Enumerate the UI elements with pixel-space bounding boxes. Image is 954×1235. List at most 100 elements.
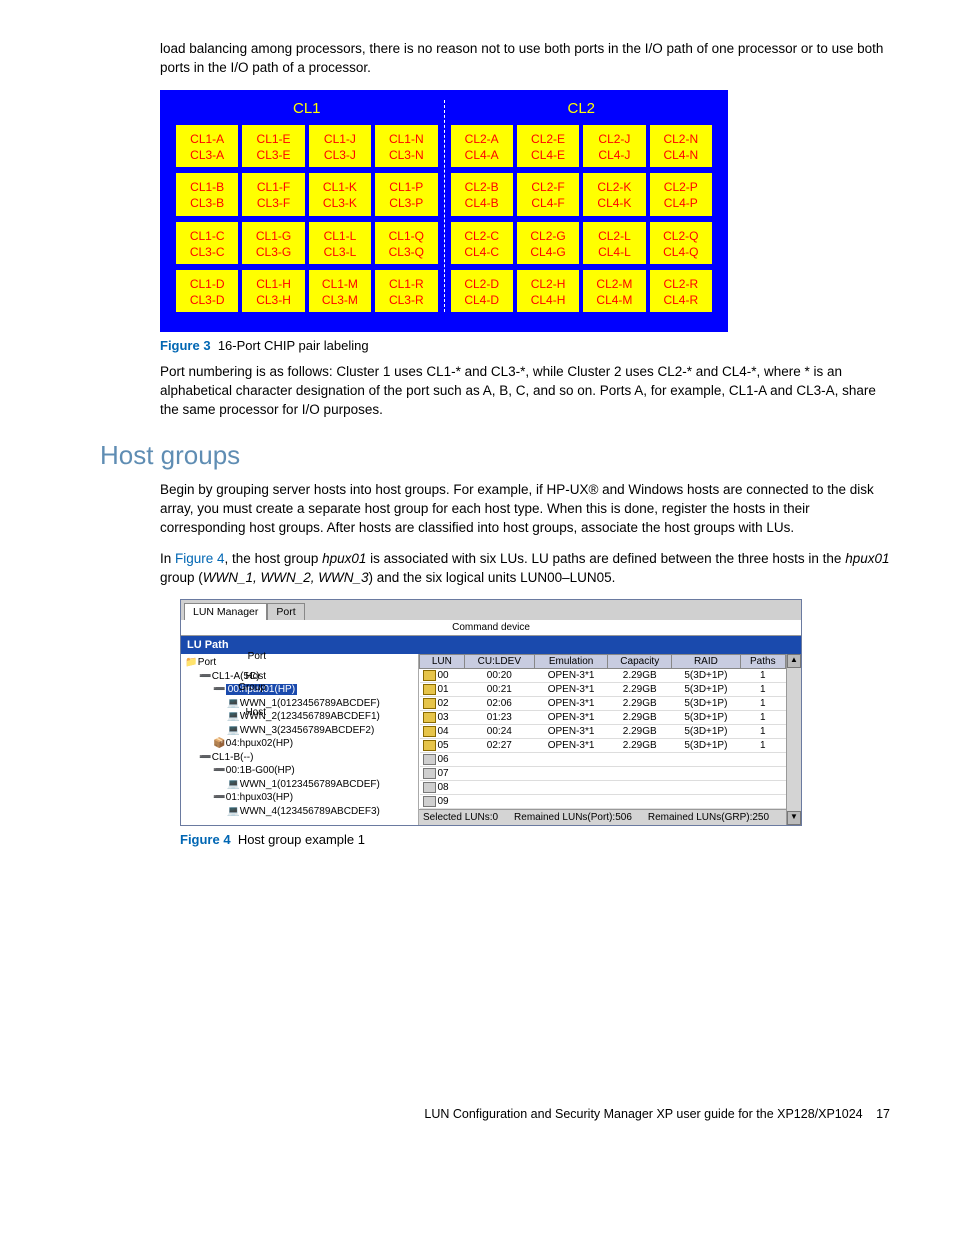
annotation-port: Port [248, 651, 266, 662]
annotation-host: Host [245, 707, 266, 718]
chip-cell: CL1-NCL3-N [375, 125, 437, 167]
chip-cell: CL2-FCL4-F [517, 173, 579, 215]
chip-cell: CL1-BCL3-B [176, 173, 238, 215]
footer-text: LUN Configuration and Security Manager X… [424, 1107, 862, 1121]
tree-item[interactable]: ➖ 00:hpux01(HP) [183, 683, 418, 697]
chip-cell: CL2-HCL4-H [517, 270, 579, 312]
table-row[interactable]: 09 [420, 795, 786, 809]
intro-paragraph: load balancing among processors, there i… [160, 40, 894, 78]
chip-cell: CL2-LCL4-L [583, 222, 645, 264]
page-number: 17 [876, 1107, 890, 1121]
tree-item[interactable]: ➖ 01:hpux03(HP) [183, 791, 418, 805]
status-remained-grp: Remained LUNs(GRP):250 [648, 812, 769, 823]
hg2-hpux: hpux01 [322, 551, 366, 566]
tree-item[interactable]: 💻 WWN_2(123456789ABCDEF1) [183, 710, 418, 724]
scroll-up-icon[interactable]: ▲ [787, 654, 801, 668]
figure-3-caption: Figure 3 16-Port CHIP pair labeling [160, 338, 894, 353]
table-row[interactable]: 0502:27OPEN-3*12.29GB5(3D+1P)1 [420, 739, 786, 753]
tree-icon: 💻 [227, 778, 237, 792]
lun-icon [423, 670, 436, 681]
port-numbering-paragraph: Port numbering is as follows: Cluster 1 … [160, 363, 894, 420]
tree-item[interactable]: ➖ CL1-A(5C) [183, 670, 418, 684]
hg2-wwn: WWN_1, WWN_2, WWN_3 [203, 570, 369, 585]
figure-4-caption: Figure 4 Host group example 1 [180, 832, 894, 847]
tree-icon: 💻 [227, 697, 237, 711]
table-row[interactable]: 0100:21OPEN-3*12.29GB5(3D+1P)1 [420, 683, 786, 697]
tree-item[interactable]: 💻 WWN_4(123456789ABCDEF3) [183, 805, 418, 819]
table-row[interactable]: 0301:23OPEN-3*12.29GB5(3D+1P)1 [420, 711, 786, 725]
tree-item[interactable]: 💻 WWN_3(23456789ABCDEF2) [183, 724, 418, 738]
tree-icon: 📦 [213, 737, 223, 751]
command-device-label: Command device [181, 620, 801, 636]
figure-4-wrap: Port HostGroup Host LUN Manager Port Com… [60, 599, 894, 826]
tree-icon: 💻 [227, 710, 237, 724]
annotation-host-group: HostGroup [238, 671, 266, 693]
tree-item[interactable]: 💻 WWN_1(0123456789ABCDEF) [183, 697, 418, 711]
hg2-mid2: is associated with six LUs. LU paths are… [366, 551, 845, 566]
chip-cell: CL1-DCL3-D [176, 270, 238, 312]
tab-port[interactable]: Port [267, 603, 304, 620]
tree-pane[interactable]: 📁 Port➖ CL1-A(5C)➖ 00:hpux01(HP)💻 WWN_1(… [181, 654, 419, 825]
table-pane: LUNCU:LDEVEmulationCapacityRAIDPaths 000… [419, 654, 786, 825]
table-row[interactable]: 0000:20OPEN-3*12.29GB5(3D+1P)1 [420, 669, 786, 683]
table-row[interactable]: 07 [420, 767, 786, 781]
table-header[interactable]: Capacity [608, 655, 672, 669]
status-selected: Selected LUNs:0 [423, 812, 498, 823]
chip-cell: CL2-MCL4-M [583, 270, 645, 312]
scroll-down-icon[interactable]: ▼ [787, 811, 801, 825]
chip-cell: CL2-PCL4-P [650, 173, 712, 215]
lun-icon [423, 726, 436, 737]
tree-icon: ➖ [213, 764, 223, 778]
status-remained-port: Remained LUNs(Port):506 [514, 812, 632, 823]
host-groups-para-1: Begin by grouping server hosts into host… [160, 481, 894, 538]
host-groups-para-2: In Figure 4, the host group hpux01 is as… [160, 550, 894, 588]
table-row[interactable]: 0202:06OPEN-3*12.29GB5(3D+1P)1 [420, 697, 786, 711]
chip-cell: CL1-JCL3-J [309, 125, 371, 167]
chip-cell: CL2-QCL4-Q [650, 222, 712, 264]
tree-item[interactable]: 💻 WWN_1(0123456789ABCDEF) [183, 778, 418, 792]
chip-cell: CL1-KCL3-K [309, 173, 371, 215]
tree-icon: 💻 [227, 724, 237, 738]
chip-cell: CL2-ACL4-A [451, 125, 513, 167]
chip-cell: CL1-ACL3-A [176, 125, 238, 167]
chip-cell: CL1-GCL3-G [242, 222, 304, 264]
figure-4-ref-link[interactable]: Figure 4 [175, 551, 225, 566]
lun-icon [423, 796, 436, 807]
lun-table: LUNCU:LDEVEmulationCapacityRAIDPaths 000… [419, 654, 786, 809]
table-header[interactable]: Emulation [534, 655, 607, 669]
chip-cell: CL2-CCL4-C [451, 222, 513, 264]
tree-item[interactable]: ➖ 00:1B-G00(HP) [183, 764, 418, 778]
chip-cell: CL1-PCL3-P [375, 173, 437, 215]
lun-icon [423, 698, 436, 709]
table-header[interactable]: CU:LDEV [464, 655, 534, 669]
tree-item[interactable]: ➖ CL1-B(--) [183, 751, 418, 765]
lun-icon [423, 782, 436, 793]
tree-icon: 💻 [227, 805, 237, 819]
chip-cluster-2-title: CL2 [451, 100, 713, 117]
tab-lun-manager[interactable]: LUN Manager [184, 603, 267, 620]
lun-manager-window: LUN Manager Port Command device LU Path … [180, 599, 802, 826]
tree-item[interactable]: 📁 Port [183, 656, 418, 670]
table-row[interactable]: 08 [420, 781, 786, 795]
tree-icon: 📁 [185, 656, 195, 670]
tree-icon: ➖ [213, 683, 223, 697]
table-row[interactable]: 0400:24OPEN-3*12.29GB5(3D+1P)1 [420, 725, 786, 739]
table-header[interactable]: Paths [740, 655, 785, 669]
table-row[interactable]: 06 [420, 753, 786, 767]
tree-item[interactable]: 📦 04:hpux02(HP) [183, 737, 418, 751]
table-header[interactable]: RAID [672, 655, 740, 669]
figure-4-text: Host group example 1 [238, 832, 365, 847]
chip-cell: CL1-RCL3-R [375, 270, 437, 312]
page-footer: LUN Configuration and Security Manager X… [60, 1107, 894, 1121]
chip-cell: CL1-QCL3-Q [375, 222, 437, 264]
scrollbar[interactable]: ▲ ▼ [786, 654, 801, 825]
hg2-mid3: group ( [160, 570, 203, 585]
lun-icon [423, 768, 436, 779]
table-header[interactable]: LUN [420, 655, 465, 669]
chip-cell: CL1-HCL3-H [242, 270, 304, 312]
chip-cluster-1-title: CL1 [176, 100, 438, 117]
tree-icon: ➖ [199, 670, 209, 684]
chip-cell: CL2-JCL4-J [583, 125, 645, 167]
chip-cluster-1: CL1 CL1-ACL3-ACL1-ECL3-ECL1-JCL3-JCL1-NC… [170, 100, 444, 313]
chip-cell: CL2-GCL4-G [517, 222, 579, 264]
